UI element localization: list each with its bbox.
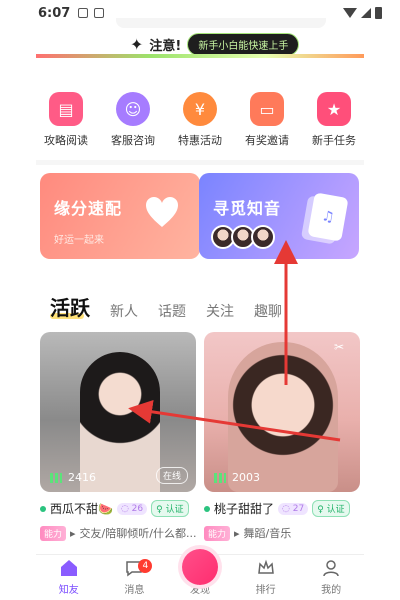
quick-link-promo[interactable]: ¥ 特惠活动 — [170, 92, 230, 148]
comment-count: 27 — [292, 503, 305, 514]
tab-topic[interactable]: 话题 — [158, 301, 186, 321]
feed-card-1[interactable]: 2416 在线 — [40, 332, 196, 492]
user-name[interactable]: 西瓜不甜🍉 — [50, 500, 113, 517]
voice-match-card[interactable]: 寻觅知音 ♫ — [199, 173, 359, 259]
message-badge: 4 — [138, 559, 153, 573]
heat-count-value: 2003 — [232, 471, 260, 484]
heat-count: 2416 — [50, 471, 96, 484]
comment-count: 26 — [131, 503, 144, 514]
verified-label: 认证 — [165, 505, 184, 515]
tab-follow[interactable]: 关注 — [206, 301, 234, 321]
name-row: 西瓜不甜🍉 ◌ 26 ♀ 认证 — [40, 500, 200, 517]
money-bag-icon: ¥ — [183, 92, 217, 126]
name-row: 桃子甜甜了 ◌ 27 ♀ 认证 — [204, 500, 364, 517]
sparkle-icon: ✦ — [130, 35, 144, 54]
tab-new[interactable]: 新人 — [110, 301, 138, 321]
book-icon: ▤ — [49, 92, 83, 126]
online-dot — [204, 505, 210, 512]
quick-link-label: 特惠活动 — [178, 134, 222, 147]
arrow-right-icon: ▸ — [70, 526, 76, 540]
power-tag: 能力 — [204, 525, 231, 541]
power-tag: 能力 — [40, 525, 67, 541]
feed-card-2[interactable]: ✂ 2003 — [204, 332, 360, 492]
promo-banner[interactable]: ✦ 注意! 新手小白能快速上手 — [36, 18, 364, 58]
quick-link-label: 有奖邀请 — [245, 134, 289, 147]
heat-count-value: 2416 — [68, 471, 96, 484]
nav-item-friends[interactable]: 知友 — [36, 555, 102, 600]
nav-item-ranking[interactable]: 排行 — [233, 555, 299, 600]
cellular-icon — [361, 8, 371, 18]
audio-bars-icon — [214, 472, 226, 483]
comment-badge: ◌ 27 — [278, 502, 309, 515]
online-status: 在线 — [155, 467, 188, 484]
nav-label: 排行 — [255, 585, 276, 596]
banner-pill: 新手小白能快速上手 — [187, 33, 300, 56]
tab-active[interactable]: 活跃 — [50, 292, 90, 321]
tab-fun-chat[interactable]: 趣聊 — [254, 301, 282, 321]
profile-icon — [323, 560, 339, 577]
verified-badge: ♀ 认证 — [312, 500, 350, 517]
arrow-right-icon: ▸ — [234, 526, 240, 540]
nav-label: 我的 — [321, 585, 342, 596]
avatar-group — [211, 225, 275, 249]
quick-link-service[interactable]: ☺ 客服咨询 — [103, 92, 163, 148]
nav-item-messages[interactable]: 4 消息 — [102, 555, 168, 600]
verified-label: 认证 — [326, 505, 345, 515]
banner-stripe — [36, 54, 364, 58]
quick-link-label: 新手任务 — [312, 134, 356, 147]
profile-photo — [228, 342, 338, 492]
quick-link-label: 攻略阅读 — [44, 134, 88, 147]
bottom-nav: 知友 4 消息 发现 排行 我的 — [36, 549, 364, 600]
app-status-icon — [94, 8, 105, 18]
user-name[interactable]: 桃子甜甜了 — [214, 500, 274, 517]
avatar — [251, 225, 275, 249]
music-card-icon: ♫ — [307, 192, 349, 242]
heat-count: 2003 — [214, 471, 260, 484]
star-flag-icon: ★ — [317, 92, 351, 126]
nav-item-discover[interactable]: 发现 — [167, 549, 233, 600]
discover-icon — [181, 549, 218, 585]
match-card-subtitle: 好运一起来 — [54, 235, 104, 246]
home-icon — [60, 560, 77, 576]
nav-item-profile[interactable]: 我的 — [298, 555, 364, 600]
banner-notice: 注意! — [149, 39, 182, 54]
crown-icon — [257, 559, 274, 574]
audio-bars-icon — [50, 472, 62, 483]
banner-subline: ✦ 注意! 新手小白能快速上手 — [130, 33, 300, 56]
battery-icon — [375, 7, 382, 19]
quick-link-guide[interactable]: ▤ 攻略阅读 — [36, 92, 96, 148]
quick-link-invite[interactable]: ▭ 有奖邀请 — [237, 92, 297, 148]
banner-title-cutoff — [116, 18, 326, 28]
nav-label: 知友 — [58, 585, 79, 596]
heart-icon — [146, 197, 178, 227]
feed-info-2: 桃子甜甜了 ◌ 27 ♀ 认证 能力 ▸ 舞蹈/音乐 — [204, 500, 364, 541]
quick-links: ▤ 攻略阅读 ☺ 客服咨询 ¥ 特惠活动 ▭ 有奖邀请 ★ 新手任务 — [36, 92, 364, 148]
tag-row: 能力 ▸ 交友/陪聊倾听/什么都... — [40, 525, 200, 541]
wifi-icon — [343, 8, 357, 18]
interest-tags: 舞蹈/音乐 — [243, 527, 292, 540]
quick-link-tasks[interactable]: ★ 新手任务 — [304, 92, 364, 148]
gallery-status-icon — [78, 8, 89, 18]
feed-info-1: 西瓜不甜🍉 ◌ 26 ♀ 认证 能力 ▸ 交友/陪聊倾听/什么都... — [40, 500, 200, 541]
match-card-title: 缘分速配 — [54, 199, 123, 218]
match-card[interactable]: 缘分速配 好运一起来 — [40, 173, 200, 259]
scissors-icon: ✂ — [334, 340, 345, 354]
tag-row: 能力 ▸ 舞蹈/音乐 — [204, 525, 364, 541]
verified-badge: ♀ 认证 — [151, 500, 189, 517]
customer-service-icon: ☺ — [116, 92, 150, 126]
voice-card-title: 寻觅知音 — [213, 199, 282, 218]
comment-badge: ◌ 26 — [116, 502, 148, 515]
nav-label: 消息 — [124, 585, 145, 596]
feed-tabs: 活跃 新人 话题 关注 趣聊 — [50, 292, 282, 321]
wallet-icon: ▭ — [250, 92, 284, 126]
quick-link-label: 客服咨询 — [111, 134, 155, 147]
online-dot — [40, 505, 46, 512]
divider — [36, 160, 364, 165]
interest-tags: 交友/陪聊倾听/什么都... — [79, 527, 197, 540]
